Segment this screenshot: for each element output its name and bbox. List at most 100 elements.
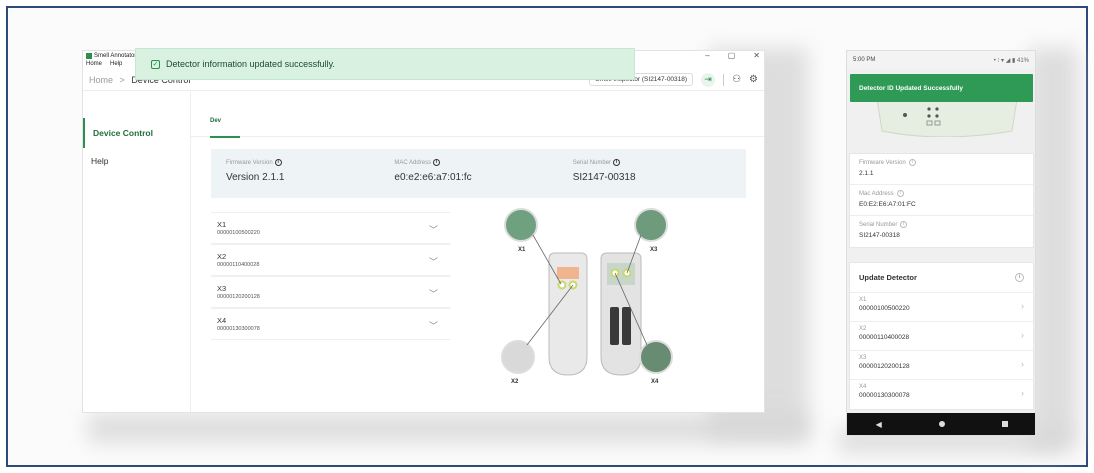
- serial-label-row: Serial Number i: [573, 159, 746, 166]
- firmware-label: Firmware Version: [226, 159, 273, 166]
- info-icon[interactable]: i: [908, 159, 916, 166]
- phone-detector-id: 00000120200128: [859, 363, 910, 370]
- phone-success-toast: Detector ID Updated Successfully: [850, 74, 1033, 102]
- label-x3: X3: [650, 247, 658, 253]
- chevron-down-icon[interactable]: ﹀: [429, 319, 438, 332]
- tab-bar: Dev: [191, 92, 764, 138]
- sidebar-item-device-control[interactable]: Device Control: [83, 118, 190, 148]
- update-detector-header: Update Detector i: [850, 263, 1033, 293]
- back-icon[interactable]: ◀: [876, 420, 882, 429]
- phone-detector-row-x2[interactable]: X2 00000110400028 ›: [850, 322, 1033, 351]
- zoom-lens-x3: [634, 208, 668, 242]
- gear-icon[interactable]: ⚙: [749, 74, 758, 85]
- detector-id: 00000120200128: [217, 294, 260, 300]
- firmware-label-row: Firmware Version i: [226, 159, 389, 166]
- menu-home[interactable]: Home: [86, 61, 102, 69]
- detector-name: X1: [217, 220, 227, 229]
- chevron-down-icon[interactable]: ﹀: [429, 223, 438, 236]
- firmware-value: Version 2.1.1: [226, 172, 285, 183]
- phone-detector-row-x3[interactable]: X3 00000120200128 ›: [850, 351, 1033, 380]
- main-content: Dev Firmware Version i Version 2.1.1 MAC…: [191, 92, 764, 412]
- phone-mac-label: Mac Address: [859, 190, 894, 197]
- zoom-lens-x1: [504, 208, 538, 242]
- info-icon[interactable]: i: [1015, 273, 1024, 282]
- detector-row-x2[interactable]: X2 00000110400028 ﹀: [211, 244, 450, 276]
- phone-detector-id: 00000110400028: [859, 334, 910, 341]
- zoom-lens-x2: [501, 340, 535, 374]
- chevron-right-icon[interactable]: ›: [1021, 330, 1024, 340]
- update-detector-card: Update Detector i X1 00000100500220 › X2…: [849, 262, 1034, 410]
- info-icon[interactable]: i: [274, 159, 282, 166]
- divider: [723, 73, 725, 86]
- phone-serial-label: Serial Number: [859, 221, 898, 228]
- minimize-button[interactable]: –: [705, 51, 709, 60]
- user-icon[interactable]: ⚇: [732, 74, 741, 85]
- sensor-diagram: X1 X3 X2 X4: [501, 208, 673, 385]
- phone-mac-label-row: Mac Address i: [859, 190, 1024, 197]
- phone-detector-name: X2: [859, 326, 867, 332]
- info-icon[interactable]: i: [433, 159, 441, 166]
- device-dot: [927, 114, 931, 118]
- phone-detector-row-x1[interactable]: X1 00000100500220 ›: [850, 293, 1033, 322]
- window-controls: – ▢ ✕: [705, 51, 760, 60]
- mac-label-row: MAC Address i: [394, 159, 567, 166]
- sidebar-item-help[interactable]: Help: [83, 148, 190, 174]
- chevron-down-icon[interactable]: ﹀: [429, 255, 438, 268]
- recent-apps-icon[interactable]: [1002, 421, 1009, 427]
- chevron-right-icon[interactable]: ›: [1021, 359, 1024, 369]
- breadcrumb-home[interactable]: Home: [89, 75, 113, 85]
- phone-mac-value: E0:E2:E6:A7:01:FC: [859, 201, 916, 208]
- maximize-button[interactable]: ▢: [728, 51, 736, 60]
- phone-detector-name: X1: [859, 297, 867, 303]
- device-connector: [557, 267, 579, 279]
- device-dot: [927, 107, 931, 111]
- check-icon: ✓: [151, 59, 160, 69]
- chevron-right-icon[interactable]: ›: [1021, 388, 1024, 398]
- menu-help[interactable]: Help: [110, 61, 122, 69]
- tab-underline: [210, 136, 240, 138]
- firmware-info: Firmware Version i Version 2.1.1: [211, 149, 389, 198]
- battery-cell: [610, 307, 619, 345]
- mac-value: e0:e2:e6:a7:01:fc: [394, 172, 472, 183]
- label-x2: X2: [511, 379, 519, 385]
- phone-detector-name: X3: [859, 355, 867, 361]
- mac-info: MAC Address i e0:e2:e6:a7:01:fc: [389, 149, 567, 198]
- device-dot: [935, 114, 939, 118]
- zoom-lens-x4: [639, 340, 673, 374]
- info-icon[interactable]: i: [896, 190, 904, 197]
- app-title: Smell Annotator: [94, 53, 137, 59]
- serial-value: SI2147-00318: [572, 172, 636, 183]
- phone-serial-label-row: Serial Number i: [859, 221, 1024, 228]
- phone-firmware-label-row: Firmware Version i: [859, 159, 1024, 166]
- battery-cell: [622, 307, 631, 345]
- detector-row-x3[interactable]: X3 00000120200128 ﹀: [211, 276, 450, 308]
- phone-detector-name: X4: [859, 384, 867, 390]
- status-time: 5:00 PM: [853, 57, 876, 63]
- desktop-window: Smell Annotator – ▢ ✕ Home Help Home > D…: [82, 50, 765, 413]
- status-bar: 5:00 PM • ⁝ ▾ ◢ ▮ 41%: [847, 51, 1035, 69]
- android-nav-bar: ◀: [847, 413, 1035, 435]
- connect-icon[interactable]: ⇥: [701, 72, 716, 87]
- toast-message: Detector information updated successfull…: [166, 59, 335, 69]
- phone-detector-id: 00000130300078: [859, 392, 910, 399]
- detector-row-x1[interactable]: X1 00000100500220 ﹀: [211, 212, 450, 244]
- phone-detector-row-x4[interactable]: X4 00000130300078 ›: [850, 380, 1033, 409]
- window-shadow-bottom: [88, 413, 808, 443]
- close-button[interactable]: ✕: [753, 51, 760, 60]
- home-icon[interactable]: [939, 421, 946, 427]
- detector-accordion: X1 00000100500220 ﹀ X2 00000110400028 ﹀ …: [211, 212, 450, 340]
- serial-label: Serial Number: [572, 159, 612, 166]
- update-detector-title: Update Detector: [859, 273, 917, 282]
- phone-firmware-label: Firmware Version: [859, 159, 906, 166]
- chevron-right-icon[interactable]: ›: [1021, 301, 1024, 311]
- phone-firmware-value: 2.1.1: [859, 170, 874, 177]
- detector-row-x4[interactable]: X4 00000130300078 ﹀: [211, 308, 450, 340]
- info-icon[interactable]: i: [900, 221, 908, 228]
- mac-label: MAC Address: [394, 159, 432, 166]
- info-icon[interactable]: i: [613, 159, 621, 166]
- chevron-down-icon[interactable]: ﹀: [429, 287, 438, 300]
- tab-device[interactable]: Dev: [210, 118, 221, 124]
- detector-id: 00000110400028: [217, 262, 260, 268]
- sidebar: Device Control Help: [83, 92, 191, 412]
- app-logo-icon: [86, 53, 92, 59]
